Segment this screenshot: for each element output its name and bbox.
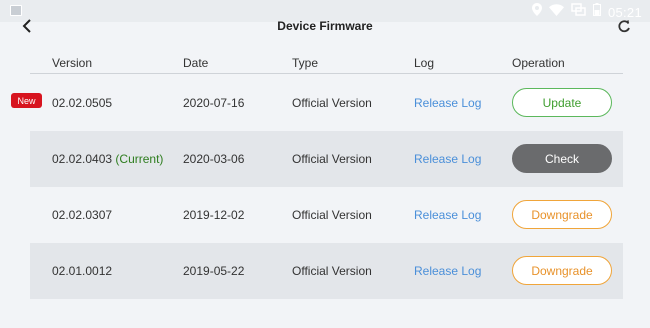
release-log-link[interactable]: Release Log (414, 96, 481, 110)
release-log-link[interactable]: Release Log (414, 208, 481, 222)
version-cell: 02.01.0012 (52, 264, 112, 278)
version-text: 02.02.0505 (52, 96, 113, 110)
update-button[interactable]: Update (512, 88, 612, 117)
current-label: (Current) (115, 152, 164, 166)
date-cell: 2019-05-22 (183, 264, 245, 278)
version-cell: 02.02.0307 (52, 208, 112, 222)
downgrade-button[interactable]: Downgrade (512, 256, 612, 285)
table-header: Version Date Type Log Operation (30, 50, 623, 74)
version-text: 02.01.0012 (52, 264, 113, 278)
column-header-operation: Operation (512, 56, 565, 70)
table-row: 02.02.0403 (Current) 2020-03-06 Official… (30, 131, 623, 187)
date-cell: 2020-03-06 (183, 152, 245, 166)
version-cell: 02.02.0505 (52, 96, 112, 110)
check-button[interactable]: Check (512, 144, 612, 173)
type-cell: Official Version (292, 152, 372, 166)
version-text: 02.02.0403 (52, 152, 113, 166)
version-cell: 02.02.0403 (Current) (52, 152, 163, 166)
column-header-version: Version (52, 56, 93, 70)
date-cell: 2020-07-16 (183, 96, 245, 110)
table-row: 02.02.0505 2020-07-16 Official Version R… (30, 75, 623, 131)
type-cell: Official Version (292, 208, 372, 222)
type-cell: Official Version (292, 264, 372, 278)
refresh-icon[interactable] (616, 17, 632, 35)
title-bar: Device Firmware (0, 14, 650, 40)
type-cell: Official Version (292, 96, 372, 110)
column-header-log: Log (414, 56, 435, 70)
release-log-link[interactable]: Release Log (414, 152, 481, 166)
downgrade-button[interactable]: Downgrade (512, 200, 612, 229)
table-row: 02.02.0307 2019-12-02 Official Version R… (30, 187, 623, 243)
page-title: Device Firmware (277, 19, 373, 33)
date-cell: 2019-12-02 (183, 208, 245, 222)
table-row: 02.01.0012 2019-05-22 Official Version R… (30, 243, 623, 299)
version-text: 02.02.0307 (52, 208, 113, 222)
column-header-type: Type (292, 56, 319, 70)
release-log-link[interactable]: Release Log (414, 264, 481, 278)
column-header-date: Date (183, 56, 209, 70)
